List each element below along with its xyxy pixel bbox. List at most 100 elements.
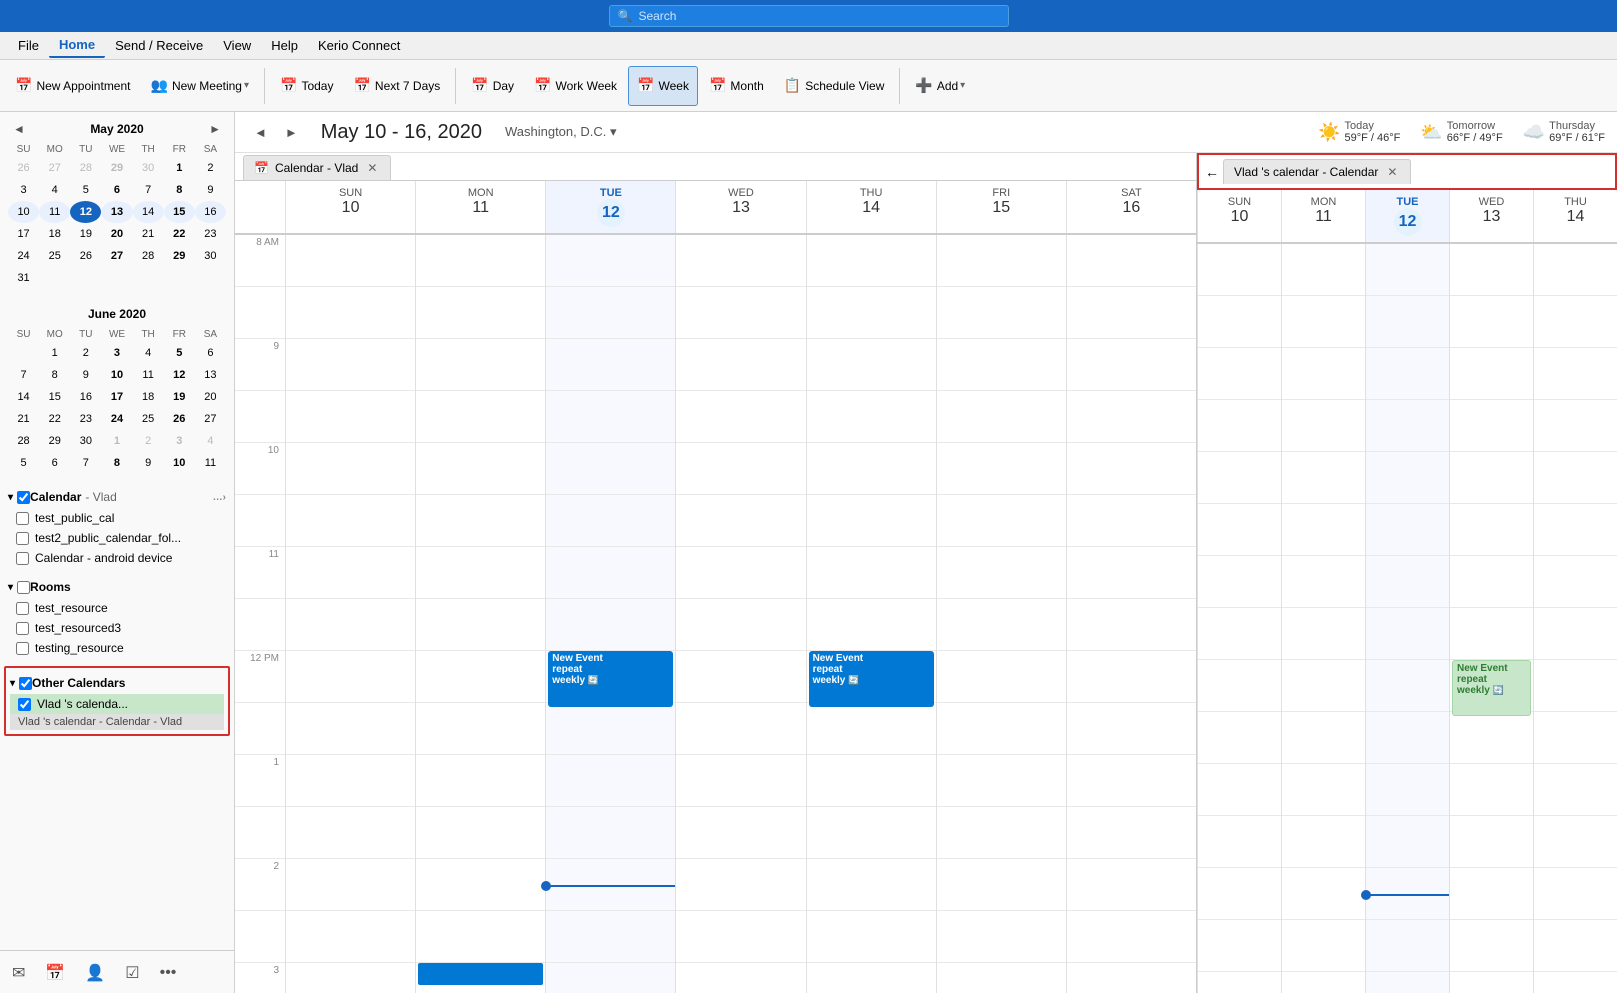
day-time-slot[interactable]: [937, 495, 1066, 547]
day-time-slot[interactable]: [1067, 495, 1196, 547]
day-time-slot[interactable]: [1067, 911, 1196, 963]
day-time-slot[interactable]: [1067, 755, 1196, 807]
second-day-slot[interactable]: [1534, 608, 1617, 660]
may-day-cell[interactable]: 30: [133, 157, 164, 179]
day-time-slot[interactable]: [807, 599, 936, 651]
second-day-slot[interactable]: [1198, 920, 1281, 972]
second-day-slot[interactable]: [1450, 556, 1533, 608]
day-time-slot[interactable]: [1067, 391, 1196, 443]
second-day-slot[interactable]: [1198, 504, 1281, 556]
test-resource-item[interactable]: test_resource: [8, 598, 226, 618]
day-time-slot[interactable]: [937, 703, 1066, 755]
jun-day-cell[interactable]: 2: [133, 430, 164, 452]
day-time-slot[interactable]: [286, 339, 415, 391]
second-cal-back-icon[interactable]: ←: [1205, 164, 1219, 180]
jun-day-cell[interactable]: 19: [164, 386, 195, 408]
day-time-slot[interactable]: [807, 859, 936, 911]
day-time-slot[interactable]: [546, 911, 675, 963]
may-day-cell[interactable]: [133, 267, 164, 289]
second-day-slot[interactable]: [1366, 244, 1449, 296]
may-day-cell[interactable]: [101, 267, 132, 289]
jun-day-cell[interactable]: 26: [164, 408, 195, 430]
second-day-slot[interactable]: [1198, 972, 1281, 993]
jun-day-cell[interactable]: 23: [70, 408, 101, 430]
may-day-cell[interactable]: 26: [8, 157, 39, 179]
day-time-slot[interactable]: [807, 391, 936, 443]
may-day-cell[interactable]: 28: [70, 157, 101, 179]
may-day-cell[interactable]: [195, 267, 226, 289]
new-appointment-button[interactable]: 📅 New Appointment: [6, 66, 140, 106]
day-time-slot[interactable]: [546, 287, 675, 339]
jun-day-cell[interactable]: 11: [195, 452, 226, 474]
may-day-cell[interactable]: 9: [195, 179, 226, 201]
day-time-slot[interactable]: [546, 443, 675, 495]
second-day-slot[interactable]: [1366, 348, 1449, 400]
day-time-slot[interactable]: [676, 859, 805, 911]
day-time-slot[interactable]: [1067, 807, 1196, 859]
day-time-slot[interactable]: [1067, 287, 1196, 339]
jun-day-cell[interactable]: 5: [8, 452, 39, 474]
jun-day-cell[interactable]: 1: [101, 430, 132, 452]
second-day-slot[interactable]: [1198, 868, 1281, 920]
second-day-slot[interactable]: [1282, 244, 1365, 296]
my-calendars-header[interactable]: ▾ Calendar - Vlad … ›: [8, 486, 226, 508]
second-day-col-2[interactable]: [1365, 244, 1449, 993]
jun-day-cell[interactable]: 6: [195, 342, 226, 364]
main-day-col-1[interactable]: [415, 235, 545, 993]
second-day-slot[interactable]: [1198, 712, 1281, 764]
cal-next-btn[interactable]: ►: [278, 121, 305, 144]
second-day-slot[interactable]: [1198, 296, 1281, 348]
jun-day-cell[interactable]: 7: [8, 364, 39, 386]
day-time-slot[interactable]: [937, 911, 1066, 963]
jun-day-cell[interactable]: 25: [133, 408, 164, 430]
second-day-col-0[interactable]: [1197, 244, 1281, 993]
may-day-cell[interactable]: 13: [101, 201, 132, 223]
test-public-cal-checkbox[interactable]: [16, 512, 29, 525]
day-time-slot[interactable]: [286, 807, 415, 859]
day-time-slot[interactable]: [807, 703, 936, 755]
may-day-cell[interactable]: [70, 267, 101, 289]
jun-day-cell[interactable]: 7: [70, 452, 101, 474]
may-day-cell[interactable]: 8: [164, 179, 195, 201]
day-time-slot[interactable]: [807, 443, 936, 495]
second-day-slot[interactable]: [1450, 244, 1533, 296]
rooms-header[interactable]: ▾ Rooms: [8, 576, 226, 598]
may-day-cell[interactable]: 27: [39, 157, 70, 179]
test-resourced3-item[interactable]: test_resourced3: [8, 618, 226, 638]
day-time-slot[interactable]: [286, 963, 415, 993]
may-prev-btn[interactable]: ◄: [8, 120, 30, 138]
today-button[interactable]: 📅 Today: [271, 66, 342, 106]
may-day-cell[interactable]: 17: [8, 223, 39, 245]
may-next-btn[interactable]: ►: [204, 120, 226, 138]
jun-day-cell[interactable]: 11: [133, 364, 164, 386]
second-day-slot[interactable]: [1282, 920, 1365, 972]
day-time-slot[interactable]: [416, 547, 545, 599]
second-day-slot[interactable]: [1534, 348, 1617, 400]
day-time-slot[interactable]: [937, 339, 1066, 391]
second-day-slot[interactable]: [1282, 296, 1365, 348]
day-time-slot[interactable]: [286, 443, 415, 495]
second-day-slot[interactable]: [1198, 400, 1281, 452]
second-day-slot[interactable]: [1366, 608, 1449, 660]
day-time-slot[interactable]: [937, 859, 1066, 911]
may-day-cell[interactable]: 2: [195, 157, 226, 179]
day-time-slot[interactable]: [286, 391, 415, 443]
second-day-slot[interactable]: [1366, 400, 1449, 452]
day-time-slot[interactable]: [1067, 339, 1196, 391]
menu-home[interactable]: Home: [49, 33, 105, 58]
jun-day-cell[interactable]: 9: [70, 364, 101, 386]
may-day-cell[interactable]: 15: [164, 201, 195, 223]
may-day-cell[interactable]: 5: [70, 179, 101, 201]
may-day-cell[interactable]: 3: [8, 179, 39, 201]
day-time-slot[interactable]: [676, 443, 805, 495]
second-day-col-3[interactable]: New Eventrepeatweekly 🔄: [1449, 244, 1533, 993]
nav-mail-icon[interactable]: ✉: [8, 959, 29, 987]
menu-view[interactable]: View: [213, 34, 261, 57]
day-time-slot[interactable]: [286, 287, 415, 339]
may-day-cell[interactable]: 25: [39, 245, 70, 267]
second-day-slot[interactable]: [1534, 244, 1617, 296]
may-day-cell[interactable]: 18: [39, 223, 70, 245]
second-day-slot[interactable]: [1450, 296, 1533, 348]
testing-resource-item[interactable]: testing_resource: [8, 638, 226, 658]
test-public-cal-item[interactable]: test_public_cal: [8, 508, 226, 528]
